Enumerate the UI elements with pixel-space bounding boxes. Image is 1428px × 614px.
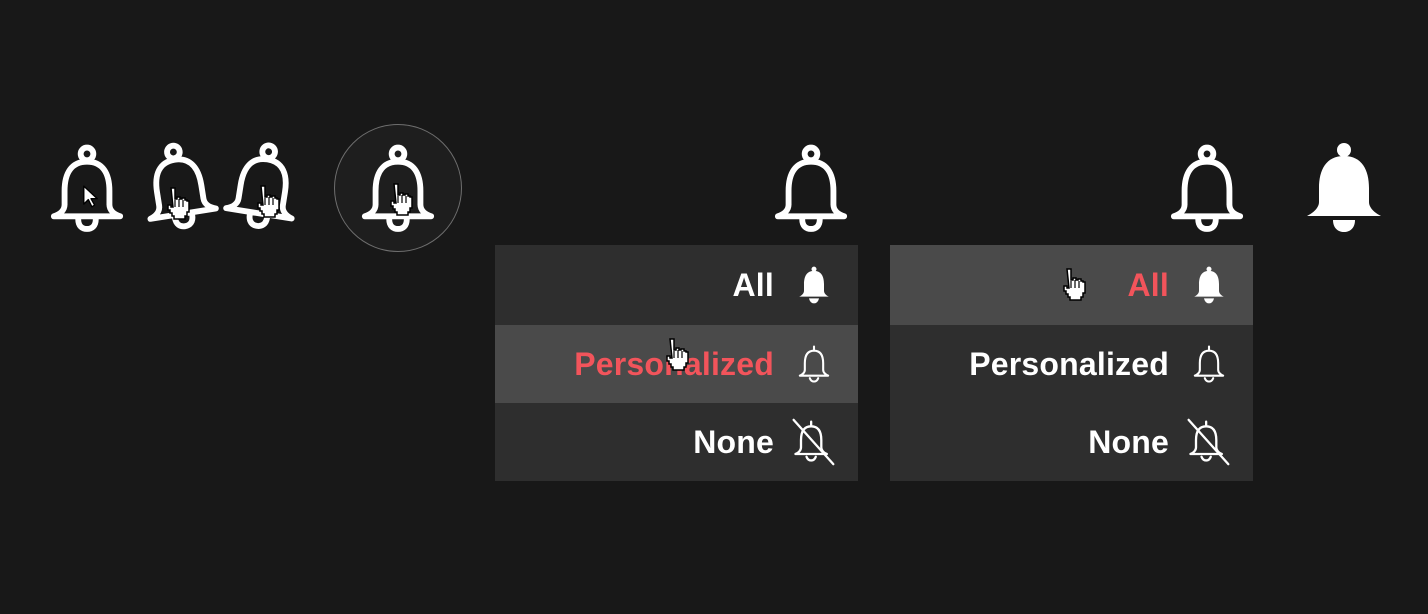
menu-item-label: All [1127,266,1169,303]
bell-off-icon [1185,418,1231,466]
bell-off-icon [790,418,836,466]
bell-outline-icon [1189,344,1229,384]
menu-item-label: All [732,266,774,303]
notification-menu-personalized: All Personalized None [495,245,858,481]
hand-cursor-icon [663,337,689,371]
bell-outline-icon [794,344,834,384]
notification-bell-button-all[interactable] [1168,142,1246,236]
bell-default-state[interactable] [48,142,126,236]
bell-filled-icon [1189,265,1229,305]
notification-menu-all: All Personalized None [890,245,1253,481]
menu-item-label: Personalized [969,345,1169,382]
bell-outline-icon [1168,142,1246,236]
hand-cursor-icon [254,184,280,218]
notification-bell-filled[interactable] [1304,140,1384,236]
hand-cursor-icon [1060,267,1086,301]
menu-item-personalized[interactable]: Personalized [890,325,1253,403]
bell-filled-icon [794,265,834,305]
arrow-cursor-icon [82,184,100,208]
hand-cursor-icon [387,182,413,216]
bell-outline-icon [772,142,850,236]
menu-item-none[interactable]: None [495,403,858,481]
menu-item-none[interactable]: None [890,403,1253,481]
menu-item-label: None [693,423,774,460]
bell-filled-icon [1304,140,1384,236]
menu-item-label: None [1088,423,1169,460]
menu-item-all[interactable]: All [495,245,858,325]
notification-bell-button-personalized[interactable] [772,142,850,236]
menu-item-all[interactable]: All [890,245,1253,325]
menu-item-personalized[interactable]: Personalized [495,325,858,403]
hand-cursor-icon [164,186,190,220]
